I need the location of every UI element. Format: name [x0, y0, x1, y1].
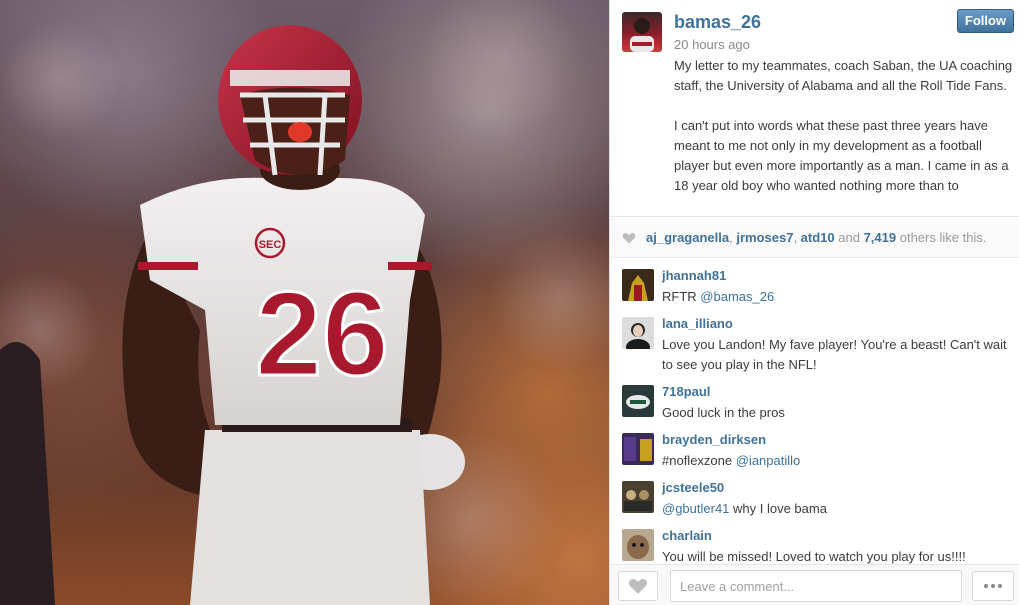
comment-text: @gbutler41 why I love bama	[662, 499, 1010, 519]
comment-mention[interactable]: @gbutler41	[662, 501, 729, 516]
post-timestamp: 20 hours ago	[674, 37, 750, 52]
likes-separator: ,	[793, 230, 801, 245]
comment-username[interactable]: lana_illiano	[662, 316, 733, 331]
football-player-photo: SEC 26	[0, 0, 609, 605]
comment-username[interactable]: charlain	[662, 528, 712, 543]
likes-summary: aj_graganella, jrmoses7, atd10 and 7,419…	[610, 216, 1019, 258]
comment-text: #noflexzone @ianpatillo	[662, 451, 1010, 471]
comment-mention[interactable]: @bamas_26	[700, 289, 774, 304]
comment-item: brayden_dirksen #noflexzone @ianpatillo	[610, 423, 1019, 471]
user-avatar-icon	[630, 18, 654, 52]
post-header: bamas_26 20 hours ago Follow My letter t…	[610, 0, 1019, 216]
liker-link[interactable]: jrmoses7	[736, 230, 793, 245]
avatar[interactable]	[622, 12, 662, 52]
comment-footer	[610, 564, 1019, 605]
ellipsis-dot-icon	[991, 584, 995, 588]
comment-username[interactable]: jcsteele50	[662, 480, 724, 495]
comment-item: lana_illiano Love you Landon! My fave pl…	[610, 307, 1019, 375]
likes-suffix: others like this.	[896, 230, 987, 245]
post-photo[interactable]: SEC 26	[0, 0, 609, 605]
comment-item: 718paul Good luck in the pros	[610, 375, 1019, 423]
post-username[interactable]: bamas_26	[674, 12, 761, 33]
jersey-number: 26	[255, 267, 388, 401]
follow-button[interactable]: Follow	[957, 9, 1014, 33]
comment-text: RFTR @bamas_26	[662, 287, 1010, 307]
comment-text: Good luck in the pros	[662, 405, 785, 420]
post-caption: My letter to my teammates, coach Saban, …	[674, 58, 1013, 193]
likes-count[interactable]: 7,419	[864, 230, 897, 245]
more-options-button[interactable]	[972, 571, 1014, 601]
likes-and: and	[834, 230, 864, 245]
comment-username[interactable]: 718paul	[662, 384, 710, 399]
like-button[interactable]	[618, 571, 658, 601]
comment-item: jhannah81 RFTR @bamas_26	[610, 259, 1019, 307]
ellipsis-dot-icon	[998, 584, 1002, 588]
svg-text:SEC: SEC	[259, 239, 282, 251]
comment-avatar[interactable]	[622, 433, 654, 465]
heart-icon[interactable]	[622, 231, 636, 245]
liker-link[interactable]: aj_graganella	[646, 230, 729, 245]
comment-username[interactable]: brayden_dirksen	[662, 432, 766, 447]
comment-username[interactable]: jhannah81	[662, 268, 726, 283]
comment-body: #noflexzone	[662, 453, 736, 468]
comment-text: You will be missed! Loved to watch you p…	[662, 549, 966, 564]
liker-link[interactable]: atd10	[801, 230, 835, 245]
heart-icon	[628, 579, 648, 594]
ellipsis-dot-icon	[984, 584, 988, 588]
post-detail-panel: bamas_26 20 hours ago Follow My letter t…	[609, 0, 1019, 605]
comment-body: RFTR	[662, 289, 701, 304]
comment-avatar[interactable]	[622, 385, 654, 417]
comment-item: charlain You will be missed! Loved to wa…	[610, 519, 1019, 564]
comment-item: jcsteele50 @gbutler41 why I love bama	[610, 471, 1019, 519]
comment-avatar[interactable]	[622, 481, 654, 513]
comment-mention[interactable]: @ianpatillo	[736, 453, 801, 468]
comment-body-tail: why I love bama	[729, 501, 827, 516]
comment-avatar[interactable]	[622, 317, 654, 349]
comment-list[interactable]: jhannah81 RFTR @bamas_26 lana_illiano Lo…	[610, 259, 1019, 564]
comment-input[interactable]	[670, 570, 962, 602]
comment-avatar[interactable]	[622, 269, 654, 301]
comment-avatar[interactable]	[622, 529, 654, 561]
comment-text: Love you Landon! My fave player! You're …	[662, 337, 1007, 372]
